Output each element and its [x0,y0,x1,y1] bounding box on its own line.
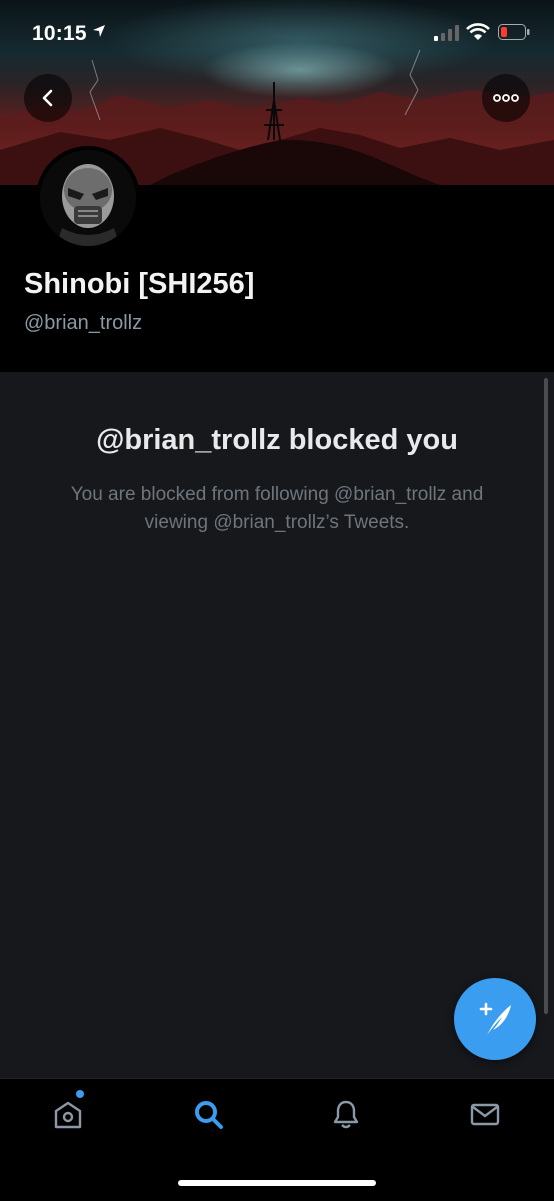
profile-handle: @brian_trollz [24,312,143,334]
chevron-left-icon [42,89,53,107]
search-icon [195,1101,223,1129]
more-options-button[interactable] [482,74,530,122]
mail-icon [470,1103,500,1126]
blocked-title: @brian_trollz blocked you [96,424,458,456]
more-horizontal-icon [493,94,519,102]
compose-tweet-button[interactable] [454,978,536,1060]
cellular-signal-icon [434,25,460,46]
avatar[interactable] [36,146,140,250]
tab-notifications[interactable] [326,1094,366,1134]
home-icon [54,1101,82,1129]
scrollbar[interactable] [544,378,548,1014]
home-indicator[interactable] [178,1180,376,1186]
blocked-message: You are blocked from following @brian_tr… [70,484,484,533]
tab-home[interactable] [48,1094,88,1134]
wifi-icon [466,23,490,46]
status-time: 10:15 [32,22,87,45]
location-arrow-icon [92,24,106,43]
battery-icon [498,24,530,45]
back-button[interactable] [24,74,72,122]
tab-messages[interactable] [465,1094,505,1134]
tab-search[interactable] [188,1094,228,1134]
compose-tweet-icon [479,1002,511,1035]
bell-icon [333,1100,359,1129]
profile-content-area [0,372,554,1078]
profile-display-name: Shinobi [SHI256] [24,268,255,300]
home-notification-dot [76,1090,84,1098]
